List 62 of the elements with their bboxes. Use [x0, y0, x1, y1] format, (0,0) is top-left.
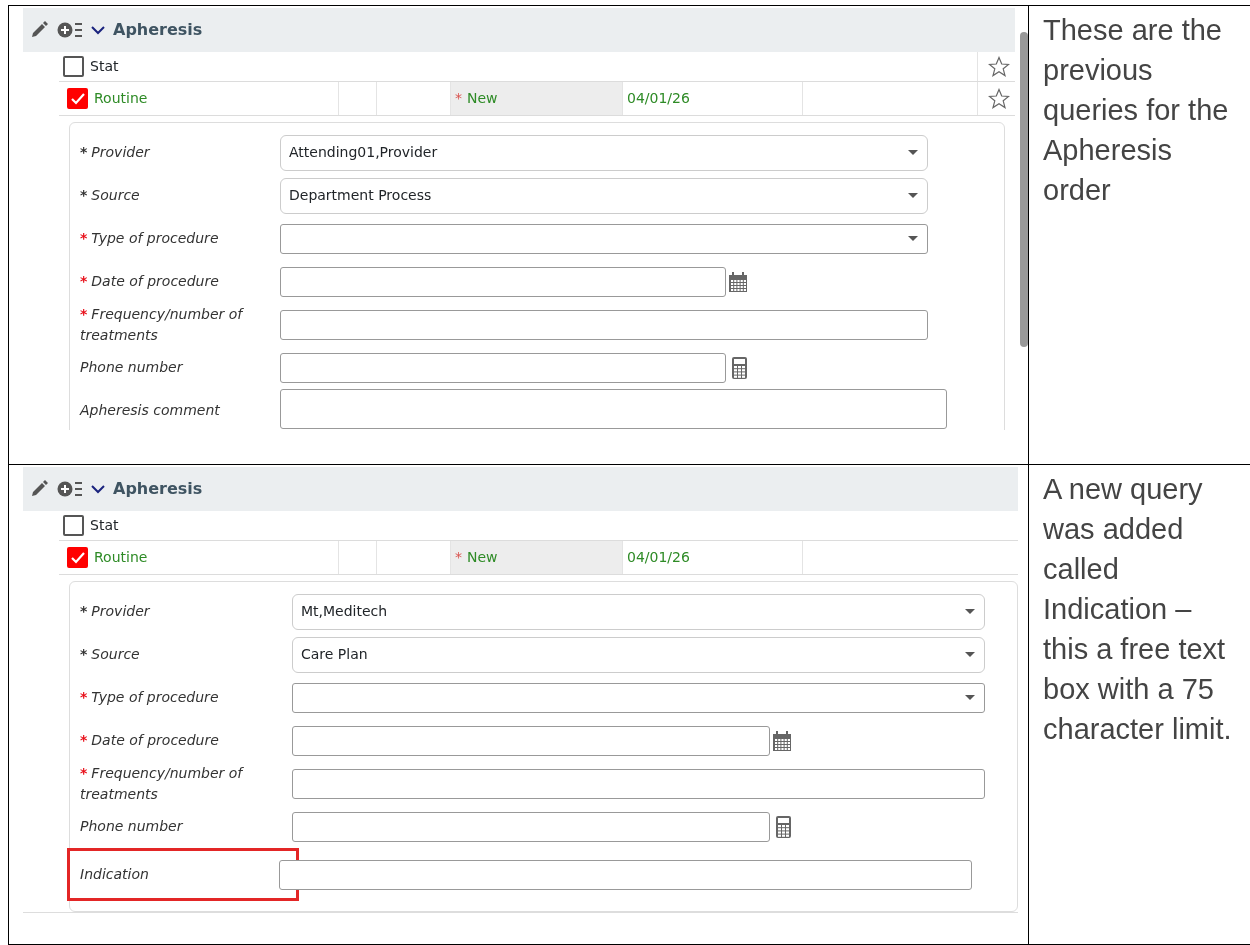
chevron-down-icon[interactable] [91, 25, 105, 35]
checkbox[interactable] [63, 56, 84, 77]
date-field[interactable] [280, 266, 726, 297]
calendar-icon[interactable] [728, 271, 748, 292]
checkbox[interactable] [67, 547, 88, 568]
calculator-icon[interactable] [731, 356, 748, 379]
phone-field[interactable] [280, 352, 726, 383]
date-cell: 04/01/26 [623, 541, 803, 574]
field-label: * Frequency/number of treatments [80, 763, 245, 804]
dropdown-caret-icon[interactable] [964, 651, 976, 658]
select-field[interactable]: Mt,Meditech [292, 593, 985, 630]
select-field[interactable]: Department Process [280, 177, 928, 214]
field-label: Phone number [80, 817, 184, 836]
note-text: A new query was added called Indication – this a free text box with a 75 character limit. [1042, 472, 1233, 747]
field-label: * Type of procedure [80, 229, 220, 248]
date-cell: 04/01/26 [623, 82, 803, 115]
chevron-down-icon[interactable] [91, 484, 105, 494]
pencil-icon[interactable] [29, 20, 49, 40]
comment-field[interactable] [280, 389, 947, 429]
priority-label: Routine [94, 89, 148, 108]
dropdown-caret-icon[interactable] [907, 192, 919, 199]
select-field[interactable] [292, 682, 985, 713]
field-label: * Date of procedure [80, 272, 220, 291]
select-field[interactable]: Attending01,Provider [280, 134, 928, 171]
panel-title: Apheresis [113, 478, 203, 500]
checkbox[interactable] [63, 515, 84, 536]
field-label: * Provider [80, 143, 151, 162]
dropdown-caret-icon[interactable] [964, 694, 976, 701]
status-cell: * New [451, 82, 623, 115]
field-label: * Type of procedure [80, 688, 220, 707]
star-icon[interactable] [987, 56, 1010, 77]
add-list-icon[interactable] [57, 479, 83, 499]
panel-title: Apheresis [113, 19, 203, 41]
field-label: * Frequency/number of treatments [80, 304, 245, 345]
status-cell: * New [451, 541, 623, 574]
checkbox[interactable] [67, 88, 88, 109]
field-label: * Source [80, 186, 141, 205]
priority-label: Routine [94, 548, 148, 567]
pencil-icon[interactable] [29, 479, 49, 499]
field-label: * Provider [80, 602, 151, 621]
field-label: * Date of procedure [80, 731, 220, 750]
field-label: Indication [80, 865, 150, 884]
field-label: Apheresis comment [80, 401, 221, 420]
dropdown-caret-icon[interactable] [907, 235, 919, 242]
phone-field[interactable] [292, 811, 770, 842]
select-field[interactable] [280, 223, 928, 254]
calendar-icon[interactable] [772, 730, 792, 751]
note-text: These are the previous queries for the Apheresis order [1042, 13, 1230, 208]
calculator-icon[interactable] [775, 815, 792, 838]
dropdown-caret-icon[interactable] [964, 608, 976, 615]
star-icon[interactable] [987, 88, 1010, 109]
select-field[interactable]: Care Plan [292, 636, 985, 673]
field-label: * Source [80, 645, 141, 664]
priority-label: Stat [90, 516, 119, 535]
add-list-icon[interactable] [57, 20, 83, 40]
text-field[interactable] [279, 859, 972, 890]
date-field[interactable] [292, 725, 770, 756]
dropdown-caret-icon[interactable] [907, 149, 919, 156]
text-field[interactable] [292, 768, 985, 799]
priority-label: Stat [90, 57, 119, 76]
field-label: Phone number [80, 358, 184, 377]
text-field[interactable] [280, 309, 928, 340]
